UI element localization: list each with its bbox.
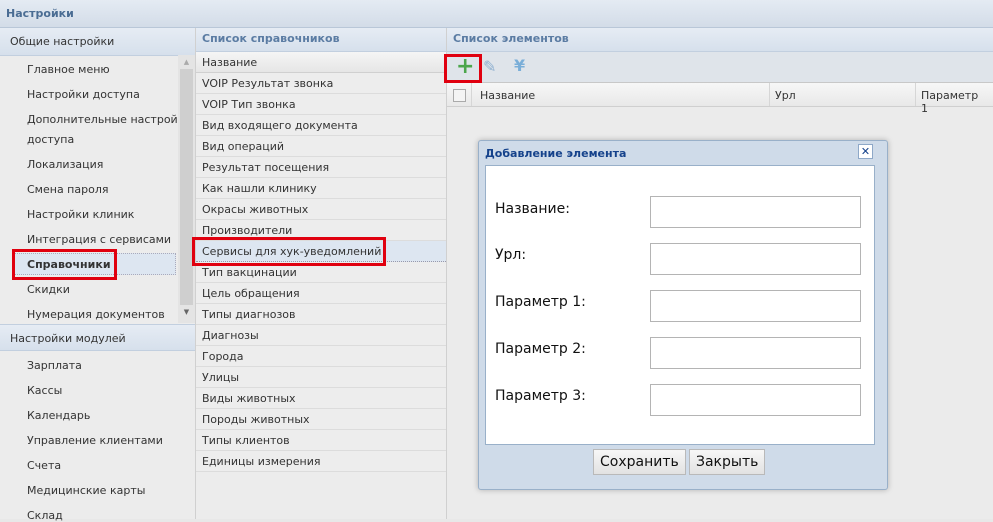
column-name[interactable]: Название	[471, 83, 771, 106]
close-icon[interactable]: ✕	[858, 144, 873, 159]
directory-row[interactable]: Единицы измерения	[196, 451, 446, 472]
nav-item[interactable]: Счета	[27, 459, 61, 472]
param1-input[interactable]	[650, 290, 861, 322]
nav-item[interactable]: Интеграция с сервисами	[27, 233, 171, 246]
nav-item[interactable]: Зарплата	[27, 359, 82, 372]
directory-row[interactable]: Типы клиентов	[196, 430, 446, 451]
column-param1[interactable]: Параметр 1	[915, 83, 993, 115]
param2-input[interactable]	[650, 337, 861, 369]
grid-header: Название Урл Параметр 1	[447, 83, 993, 115]
nav-item[interactable]: Дополнительные настройки	[27, 113, 192, 126]
directory-row[interactable]: VOIP Тип звонка	[196, 94, 446, 115]
directory-row[interactable]: Диагнозы	[196, 325, 446, 346]
name-input[interactable]	[650, 196, 861, 228]
directory-row[interactable]: VOIP Результат звонка	[196, 73, 446, 94]
nav-item-cont[interactable]: доступа	[27, 133, 74, 146]
nav-item[interactable]: Календарь	[27, 409, 90, 422]
directory-row[interactable]: Результат посещения	[196, 157, 446, 178]
general-settings-header[interactable]: Общие настройки	[0, 28, 195, 56]
param2-label: Параметр 2:	[495, 341, 586, 357]
param3-input[interactable]	[650, 384, 861, 416]
nav-item[interactable]: Медицинские карты	[27, 484, 145, 497]
param3-label: Параметр 3:	[495, 388, 586, 404]
edit-pencil-icon[interactable]: ✎	[483, 57, 496, 76]
url-input[interactable]	[650, 243, 861, 275]
nav-item[interactable]: Настройки клиник	[27, 208, 134, 221]
nav-item[interactable]: Склад	[27, 509, 63, 522]
module-settings-header[interactable]: Настройки модулей	[0, 324, 195, 351]
scroll-down-icon[interactable]: ▼	[178, 305, 195, 316]
nav-item[interactable]: Локализация	[27, 158, 103, 171]
directory-row[interactable]: Виды животных	[196, 388, 446, 409]
nav-item[interactable]: Управление клиентами	[27, 434, 163, 447]
directory-row[interactable]: Породы животных	[196, 409, 446, 430]
directories-panel: Список справочников Название VOIP Резуль…	[192, 28, 447, 519]
settings-nav: Общие настройки Главное меню Настройки д…	[0, 28, 196, 522]
directory-row[interactable]: Как нашли клинику	[196, 178, 446, 199]
scroll-thumb[interactable]	[180, 69, 193, 305]
close-button[interactable]: Закрыть	[689, 449, 766, 475]
elements-header: Список элементов	[447, 28, 993, 52]
highlight-box	[12, 249, 117, 280]
column-header-name[interactable]: Название	[196, 52, 446, 73]
nav-item[interactable]: Нумерация документов	[27, 308, 165, 321]
directory-row[interactable]: Цель обращения	[196, 283, 446, 304]
column-url[interactable]: Урл	[769, 83, 915, 106]
param1-label: Параметр 1:	[495, 294, 586, 310]
nav-item[interactable]: Настройки доступа	[27, 88, 140, 101]
directory-row[interactable]: Окрасы животных	[196, 199, 446, 220]
window-title: Настройки	[0, 0, 993, 28]
filter-icon[interactable]: ¥	[514, 56, 525, 75]
directory-row[interactable]: Улицы	[196, 367, 446, 388]
url-label: Урл:	[495, 247, 527, 263]
nav-item[interactable]: Главное меню	[27, 63, 110, 76]
save-button[interactable]: Сохранить	[593, 449, 686, 475]
scrollbar[interactable]: ▲ ▼	[178, 55, 195, 323]
directories-header: Список справочников	[196, 28, 446, 52]
highlight-box	[192, 237, 386, 266]
directory-row[interactable]: Вид входящего документа	[196, 115, 446, 136]
add-highlight-box	[444, 54, 482, 83]
nav-item[interactable]: Скидки	[27, 283, 70, 296]
nav-item[interactable]: Кассы	[27, 384, 62, 397]
directory-row[interactable]: Вид операций	[196, 136, 446, 157]
directory-row[interactable]: Типы диагнозов	[196, 304, 446, 325]
directory-row[interactable]: Города	[196, 346, 446, 367]
name-label: Название:	[495, 201, 570, 217]
select-all-checkbox[interactable]	[453, 89, 466, 102]
nav-item[interactable]: Смена пароля	[27, 183, 108, 196]
dialog-title: Добавление элемента	[485, 147, 627, 160]
toolbar: + ✎ ¥	[447, 52, 993, 83]
scroll-up-icon[interactable]: ▲	[178, 55, 195, 69]
